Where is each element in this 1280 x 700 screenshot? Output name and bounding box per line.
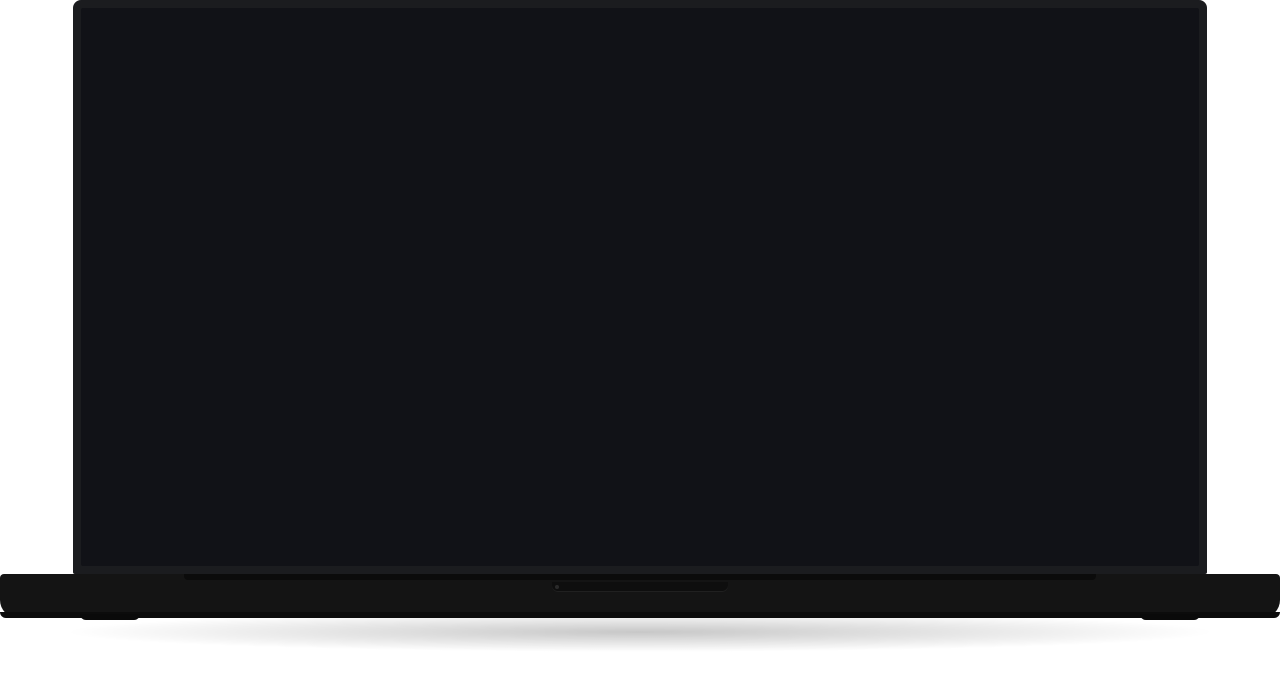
laptop-base	[0, 574, 1280, 618]
laptop-lid	[73, 0, 1207, 574]
laptop-foot-left	[80, 614, 140, 620]
lid-opening-notch	[552, 582, 728, 592]
laptop-foot-right	[1140, 614, 1200, 620]
laptop-screen	[81, 8, 1199, 566]
indicator-light	[555, 585, 559, 589]
laptop-mockup	[0, 0, 1280, 700]
base-bottom-edge	[0, 612, 1280, 618]
laptop-shadow	[60, 612, 1220, 652]
laptop-hinge	[184, 574, 1096, 580]
